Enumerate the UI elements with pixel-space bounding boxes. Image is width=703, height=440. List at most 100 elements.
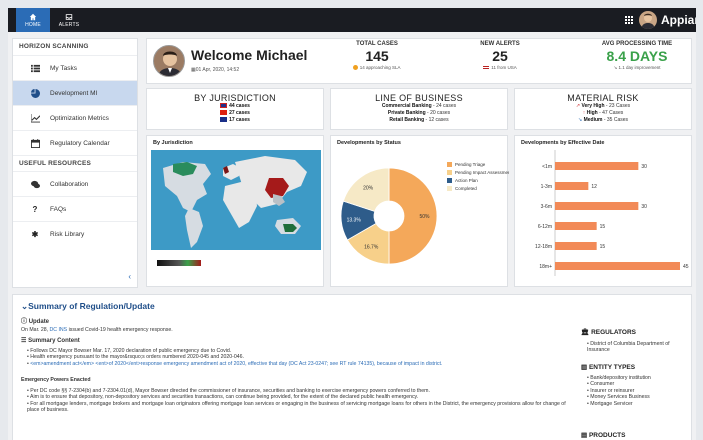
powers-bullets: • Per DC code §§ 7-2304(b) and 7-2304.01… xyxy=(27,388,572,414)
world-map[interactable] xyxy=(151,150,321,280)
legend-swatch xyxy=(447,178,452,183)
kpi-sub-text: 11 from USA xyxy=(491,65,517,70)
kpi-total-cases[interactable]: TOTAL CASES 145 14 approaching SLA xyxy=(337,41,417,71)
bank-icon: 🏛 xyxy=(581,329,590,336)
legend-label: Pending Triage xyxy=(455,162,486,167)
risk-name: Medium xyxy=(583,117,603,123)
dc-ins-link[interactable]: DC INS xyxy=(50,327,68,333)
kpi-label: NEW ALERTS xyxy=(480,41,520,47)
category-tick-label: <1m xyxy=(542,164,552,170)
jurisdiction-count: 44 cases xyxy=(229,103,250,109)
material-risk-card[interactable]: MATERIAL RISK ↗ Very High - 23 Cases ↑ H… xyxy=(514,88,692,130)
lob-name: Retail Banking xyxy=(389,117,425,123)
bullet-text: For all mortgage lenders, mortgage broke… xyxy=(27,400,566,414)
bullet-text: Aim is to ensure that depository, non-de… xyxy=(29,394,419,401)
kpi-sub: 14 approaching SLA xyxy=(337,65,417,71)
summary-bullets: • Follows DC Mayor Bowser Mar. 17, 2020 … xyxy=(27,348,567,367)
products-label: PRODUCTS xyxy=(588,432,626,439)
tab-alerts[interactable]: ALERTS xyxy=(52,8,86,32)
kpi-avg-processing[interactable]: AVG PROCESSING TIME 8.4 DAYS ↘ 1.1 day i… xyxy=(587,41,687,71)
risk-count: - 47 Cases xyxy=(597,110,624,116)
summary-title-text: Summary of Regulation/Update xyxy=(28,301,155,311)
kpi-sub-text: 1.1 day improvement xyxy=(618,65,661,70)
app-frame: HOME ALERTS Appian HORIZON SCANNING My T… xyxy=(8,8,696,440)
welcome-title: Welcome Michael xyxy=(191,47,308,63)
product-icon: ▤ xyxy=(581,432,588,439)
update-post: issued Covid-19 health emergency respons… xyxy=(67,327,173,333)
list-item: • For all mortgage lenders, mortgage bro… xyxy=(27,400,566,414)
bar xyxy=(555,182,589,190)
update-heading: ⓘ Update xyxy=(21,319,49,325)
jurisdiction-row: 27 cases xyxy=(147,110,323,117)
legend-swatch xyxy=(447,170,452,175)
donut-slice-label: 20% xyxy=(363,185,374,191)
category-tick-label: 1-3m xyxy=(541,184,552,190)
legend-label: Action Plan xyxy=(455,178,478,183)
kpi-value: 25 xyxy=(492,48,508,64)
kpi-value: 8.4 DAYS xyxy=(606,48,668,64)
uk-flag-icon xyxy=(220,103,228,109)
risk-name: Very High xyxy=(581,103,605,109)
top-navbar: HOME ALERTS Appian xyxy=(8,8,696,32)
sidebar-item-collaboration[interactable]: Collaboration xyxy=(13,171,137,196)
line-of-business-card[interactable]: LINE OF BUSINESS Commercial Banking - 24… xyxy=(330,88,508,130)
kpi-sub: ↘ 1.1 day improvement xyxy=(587,65,687,71)
entity-types-list: • Bank/depository institution • Consumer… xyxy=(587,375,687,407)
jurisdiction-card[interactable]: BY JURISDICTION 44 cases 27 cases 17 cas… xyxy=(146,88,324,130)
sidebar: HORIZON SCANNING My Tasks Development MI… xyxy=(12,38,138,288)
bar-value-label: 45 xyxy=(683,264,689,270)
list-item: • <em>amendment act</em> <ent>of 2020</e… xyxy=(27,360,443,367)
collapse-sidebar-icon[interactable]: ‹ xyxy=(128,272,131,281)
bullet-text: Health emergency pursuant to the mayor&r… xyxy=(30,354,244,361)
question-icon: ? xyxy=(32,204,38,214)
app-grid-icon[interactable] xyxy=(625,16,633,24)
sidebar-item-label: Regulatory Calendar xyxy=(50,139,110,147)
sidebar-item-optimization-metrics[interactable]: Optimization Metrics xyxy=(13,105,137,130)
category-tick-label: 12-18m xyxy=(535,244,552,250)
donut-slice-label: 13.3% xyxy=(347,218,362,224)
sidebar-item-label: Development MI xyxy=(50,89,98,97)
sidebar-item-regulatory-calendar[interactable]: Regulatory Calendar xyxy=(13,130,137,155)
summary-label: Summary Content xyxy=(28,338,80,344)
risk-count: - 23 Cases xyxy=(604,103,631,109)
kpi-sub-text: 14 approaching SLA xyxy=(359,65,401,70)
sidebar-item-label: FAQs xyxy=(50,205,67,213)
sidebar-item-development-mi[interactable]: Development MI xyxy=(13,80,137,105)
bar xyxy=(555,162,639,170)
effective-date-bar-chart[interactable]: <1m 30 1-3m 12 3-6m 30 6-12m 15 12-18m 15 18m+ 45 xyxy=(515,150,693,286)
list-item: • District of Columbia Department of Ins… xyxy=(587,341,670,354)
summary-section-title[interactable]: ⌄Summary of Regulation/Update xyxy=(21,301,155,312)
australia-flag-icon xyxy=(220,117,228,123)
jurisdiction-row: 44 cases xyxy=(147,103,323,110)
donut-slice-label: 16.7% xyxy=(364,245,379,251)
welcome-card: Welcome Michael ▦01 Apr, 2020, 14:52 TOT… xyxy=(146,38,692,84)
sidebar-item-risk-library[interactable]: ✱ Risk Library xyxy=(13,221,137,246)
bar xyxy=(555,242,597,250)
effective-date-chart-card: Developments by Effective Date <1m 30 1-3m… xyxy=(514,135,692,287)
bar xyxy=(555,262,680,270)
welcome-avatar xyxy=(153,45,185,77)
lob-row: Commercial Banking - 24 cases xyxy=(331,103,507,110)
bar-value-label: 30 xyxy=(641,204,647,210)
warning-icon xyxy=(353,65,359,71)
bullet-text: Per DC code §§ 7-2304(b) and 7-2304.01(d… xyxy=(30,388,430,394)
card-title: MATERIAL RISK xyxy=(567,93,639,103)
sidebar-item-my-tasks[interactable]: My Tasks xyxy=(13,55,137,80)
sidebar-item-label: Collaboration xyxy=(50,180,89,188)
status-chart-card: Developments by Status 50% 16.7% 13.3% 20% P… xyxy=(330,135,509,287)
chart-title: Developments by Effective Date xyxy=(521,140,605,146)
entity-text: Insurer or reinsurer xyxy=(590,387,635,394)
regulators-label: REGULATORS xyxy=(591,329,636,336)
risk-name: High xyxy=(586,110,598,116)
summary-heading: ☰ Summary Content xyxy=(21,338,80,344)
sidebar-item-faqs[interactable]: ? FAQs xyxy=(13,196,137,221)
status-donut-chart[interactable]: 50% 16.7% 13.3% 20% Pending Triage Pending Im… xyxy=(331,150,509,286)
entity-types-label: ENTITY TYPES xyxy=(588,364,636,371)
bullet-text: <em>amendment act</em> <ent>of 2020</ent… xyxy=(30,360,443,367)
risk-row: ↗ Very High - 23 Cases xyxy=(515,103,691,110)
tab-home[interactable]: HOME xyxy=(16,8,50,32)
line-chart-icon xyxy=(30,113,40,123)
chart-title: Developments by Status xyxy=(337,140,401,146)
kpi-new-alerts[interactable]: NEW ALERTS 25 11 from USA xyxy=(465,41,535,70)
user-avatar[interactable] xyxy=(639,11,657,29)
